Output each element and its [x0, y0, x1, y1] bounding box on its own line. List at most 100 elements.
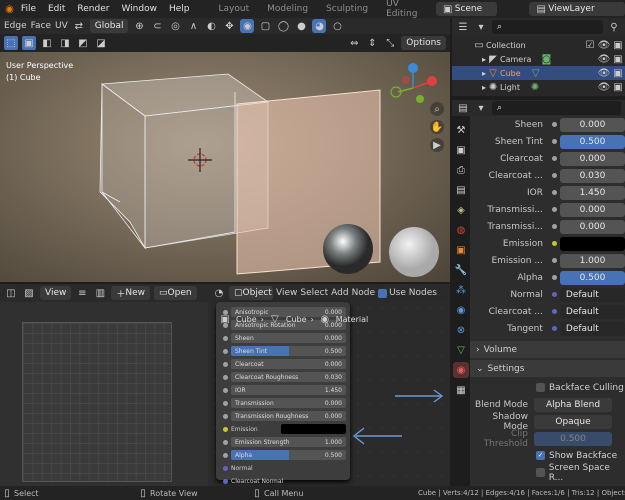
- transform-z-icon[interactable]: ⤡: [383, 36, 397, 50]
- property-value[interactable]: 1.000: [559, 253, 625, 268]
- scene-tab-icon[interactable]: ◈: [453, 202, 469, 218]
- view-layer-tab-icon[interactable]: ▤: [453, 182, 469, 198]
- outliner-collection-row[interactable]: ▭ Collection ☑ 👁 ▣: [452, 38, 625, 52]
- socket-dot[interactable]: [223, 452, 228, 458]
- checkbox-checked[interactable]: ✓: [536, 451, 545, 460]
- camera-render-icon[interactable]: ▣: [611, 38, 625, 52]
- node-value-field[interactable]: Alpha 0.500: [231, 450, 346, 460]
- outliner-row-light[interactable]: ▸ ✺ Light ✺ 👁 ▣: [452, 80, 625, 94]
- node-add-menu[interactable]: Add: [331, 288, 348, 298]
- node-value-field[interactable]: Sheen 0.000: [231, 333, 346, 343]
- socket-dot[interactable]: [223, 478, 228, 484]
- shader-editor-icon[interactable]: ◔: [212, 286, 226, 300]
- emission-color-swatch[interactable]: [281, 424, 346, 434]
- eye-icon[interactable]: 👁: [597, 80, 611, 94]
- node-value-field[interactable]: Transmission 0.000: [231, 398, 346, 408]
- property-socket-icon[interactable]: [551, 122, 557, 127]
- editor-type-icon[interactable]: ◫: [4, 286, 18, 300]
- wireframe-shading-icon[interactable]: ◯: [276, 19, 290, 33]
- property-value[interactable]: 0.000: [559, 117, 625, 132]
- node-value-field[interactable]: Emission Strength 1.000: [231, 437, 346, 447]
- new-image-button[interactable]: ＋ New: [111, 286, 151, 300]
- solid-shading-icon[interactable]: ●: [294, 19, 308, 33]
- particles-tab-icon[interactable]: ⁂: [453, 282, 469, 298]
- volume-panel-header[interactable]: › Volume: [470, 341, 625, 358]
- hamburger-icon[interactable]: ≡: [75, 286, 89, 300]
- checkbox-unchecked[interactable]: [536, 468, 545, 477]
- menu-render[interactable]: Render: [71, 4, 115, 14]
- property-value[interactable]: 0.000: [559, 202, 625, 217]
- socket-dot[interactable]: [223, 413, 228, 419]
- edge-mode[interactable]: Edge: [4, 21, 27, 31]
- property-socket-icon[interactable]: [551, 258, 557, 263]
- visibility-icon[interactable]: ◐: [204, 19, 218, 33]
- node-select-menu[interactable]: Select: [300, 288, 328, 298]
- socket-dot[interactable]: [223, 374, 228, 380]
- transform-y-icon[interactable]: ⇕: [365, 36, 379, 50]
- property-socket-icon[interactable]: [551, 241, 557, 246]
- pivot-icon[interactable]: ⊕: [132, 19, 146, 33]
- xray-icon[interactable]: ▢: [258, 19, 272, 33]
- property-value[interactable]: 0.500: [559, 270, 625, 285]
- menu-help[interactable]: Help: [163, 4, 196, 14]
- node-value-field[interactable]: Clearcoat Roughness 0.030: [231, 372, 346, 382]
- outliner-row-cube[interactable]: ▸ ▽ Cube ▽ 👁 ▣: [452, 66, 625, 80]
- mode-subtract-icon[interactable]: ◨: [58, 36, 72, 50]
- uv-editor-canvas[interactable]: [0, 302, 208, 486]
- output-tab-icon[interactable]: ⎙: [453, 162, 469, 178]
- uv-view-menu[interactable]: View: [40, 286, 72, 300]
- shadow-mode-dropdown[interactable]: Opaque: [534, 414, 612, 429]
- menu-file[interactable]: File: [15, 4, 42, 14]
- show-backface-row[interactable]: ✓ Show Backface: [470, 447, 625, 464]
- physics-tab-icon[interactable]: ◉: [453, 302, 469, 318]
- filter-display-icon[interactable]: ▾: [474, 20, 488, 34]
- navigation-gizmo[interactable]: [390, 63, 437, 103]
- image-browse-icon[interactable]: ▥: [93, 286, 107, 300]
- eye-icon[interactable]: 👁: [597, 38, 611, 52]
- property-socket-icon[interactable]: [551, 275, 557, 280]
- property-socket-icon[interactable]: [551, 156, 557, 161]
- eye-icon[interactable]: 👁: [597, 52, 611, 66]
- data-tab-icon[interactable]: ▽: [453, 342, 469, 358]
- 3d-viewport[interactable]: User Perspective (1) Cube ⌕ ✋ ▶: [0, 52, 450, 282]
- select-tool-icon[interactable]: ⬚: [4, 36, 18, 50]
- properties-search[interactable]: ⌕: [492, 101, 621, 115]
- rendered-shading-icon[interactable]: ○: [330, 19, 344, 33]
- property-socket-icon[interactable]: [551, 326, 557, 331]
- node-value-field[interactable]: IOR 1.450: [231, 385, 346, 395]
- options-dropdown[interactable]: Options: [401, 36, 446, 50]
- render-tab-icon[interactable]: ▣: [453, 142, 469, 158]
- tab-uv-editing[interactable]: UV Editing: [377, 0, 432, 19]
- blend-mode-dropdown[interactable]: Alpha Blend: [534, 397, 612, 412]
- proportional-icon[interactable]: ◎: [168, 19, 182, 33]
- dropdown-icon[interactable]: ▾: [474, 101, 488, 115]
- node-view-menu[interactable]: View: [276, 288, 297, 298]
- transform-x-icon[interactable]: ⇔: [347, 36, 361, 50]
- property-value[interactable]: 0.000: [559, 219, 625, 234]
- mode-extend-icon[interactable]: ◧: [40, 36, 54, 50]
- checkbox-icon[interactable]: ☑: [583, 38, 597, 52]
- tab-modeling[interactable]: Modeling: [258, 4, 317, 14]
- tab-sculpting[interactable]: Sculpting: [317, 4, 377, 14]
- node-value-field[interactable]: Sheen Tint 0.500: [231, 346, 346, 356]
- object-tab-icon[interactable]: ▣: [453, 242, 469, 258]
- scene-selector[interactable]: ▣ Scene: [435, 2, 498, 16]
- outliner-row-camera[interactable]: ▸ ◤ Camera ◙ 👁 ▣: [452, 52, 625, 66]
- property-value[interactable]: [559, 236, 625, 251]
- sync-icon[interactable]: ⇄: [72, 19, 86, 33]
- falloff-icon[interactable]: ∧: [186, 19, 200, 33]
- menu-edit[interactable]: Edit: [42, 4, 71, 14]
- gizmo-icon[interactable]: ✥: [222, 19, 236, 33]
- uv-menu[interactable]: UV: [55, 21, 68, 31]
- properties-editor-icon[interactable]: ▤: [456, 101, 470, 115]
- screen-space-row[interactable]: Screen Space R...: [470, 463, 625, 483]
- socket-dot[interactable]: [223, 439, 228, 445]
- world-tab-icon[interactable]: ◍: [453, 222, 469, 238]
- modifier-tab-icon[interactable]: 🔧: [453, 262, 469, 278]
- texture-tab-icon[interactable]: ▦: [453, 382, 469, 398]
- property-socket-icon[interactable]: [551, 190, 557, 195]
- property-socket-icon[interactable]: [551, 309, 557, 314]
- mode-new-icon[interactable]: ▣: [22, 36, 36, 50]
- tab-layout[interactable]: Layout: [210, 4, 259, 14]
- socket-dot[interactable]: [223, 400, 228, 406]
